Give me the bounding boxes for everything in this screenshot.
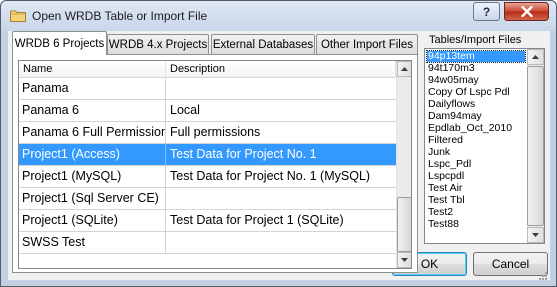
- list-item[interactable]: 94w05may: [427, 75, 525, 86]
- scroll-up-button[interactable]: [527, 49, 544, 65]
- cell-description: [166, 232, 396, 253]
- list-item[interactable]: Test Tbl: [427, 195, 525, 206]
- cell-description: Local: [170, 103, 200, 117]
- table-row[interactable]: SWSS Test: [19, 232, 396, 254]
- cell-description: Test Data for Project No. 1: [170, 147, 317, 161]
- list-item[interactable]: Test2: [427, 207, 525, 218]
- list-item[interactable]: 94t170m3: [427, 63, 525, 74]
- list-item[interactable]: Junk: [427, 147, 525, 158]
- help-icon: ?: [482, 4, 491, 19]
- table-row[interactable]: Panama: [19, 78, 396, 100]
- list-item[interactable]: Epdlab_Oct_2010: [427, 123, 525, 134]
- resize-grip-icon[interactable]: [538, 271, 548, 281]
- tables-import-files-list[interactable]: 94p13tem 94t170m3 94w05may Copy Of Lspc …: [424, 48, 545, 244]
- chevron-down-icon: [532, 233, 539, 237]
- cell-name: SWSS Test: [19, 232, 166, 253]
- list-item[interactable]: Test88: [427, 219, 525, 230]
- scroll-down-button[interactable]: [527, 227, 544, 243]
- column-header-description[interactable]: Description: [166, 61, 396, 78]
- tab-external-databases[interactable]: External Databases: [211, 34, 315, 54]
- files-list-label: Tables/Import Files: [429, 34, 522, 46]
- chevron-up-icon: [532, 55, 539, 59]
- tab-wrdb6-projects[interactable]: WRDB 6 Projects: [12, 31, 107, 55]
- column-header-name[interactable]: Name: [19, 61, 166, 78]
- scroll-down-button[interactable]: [397, 252, 411, 268]
- cell-name: Project1 (Sql Server CE): [19, 188, 166, 209]
- tab-panel: Name Description Panama Panama 6 Local P…: [12, 54, 418, 273]
- scroll-up-button[interactable]: [397, 61, 411, 77]
- cell-description: Full permissions: [170, 125, 261, 139]
- close-icon: [520, 6, 533, 17]
- chevron-up-icon: [401, 67, 408, 71]
- tab-label: Other Import Files: [320, 38, 414, 51]
- cell-name: Panama 6 Full Permissions: [19, 122, 166, 143]
- table-row-selected[interactable]: Project1 (Access) Test Data for Project …: [19, 144, 396, 166]
- files-vertical-scrollbar[interactable]: [527, 49, 544, 243]
- table-row[interactable]: Panama 6 Full Permissions Full permissio…: [19, 122, 396, 144]
- list-item[interactable]: Test Air: [427, 183, 525, 194]
- projects-grid[interactable]: Name Description Panama Panama 6 Local P…: [18, 60, 412, 269]
- list-item[interactable]: Filtered: [427, 135, 525, 146]
- tab-wrdb4-projects[interactable]: WRDB 4.x Projects: [107, 34, 209, 54]
- chevron-down-icon: [401, 258, 408, 262]
- grid-vertical-scrollbar[interactable]: [396, 61, 411, 268]
- list-item[interactable]: Dailyflows: [427, 99, 525, 110]
- cell-name: Project1 (SQLite): [19, 210, 166, 231]
- dialog-body: WRDB 6 Projects WRDB 4.x Projects Extern…: [8, 31, 550, 280]
- grid-header: Name Description: [19, 61, 396, 78]
- table-row[interactable]: Project1 (MySQL) Test Data for Project N…: [19, 166, 396, 188]
- list-item-selected[interactable]: 94p13tem: [426, 50, 526, 63]
- tab-label: WRDB 6 Projects: [14, 37, 105, 50]
- cancel-button-label: Cancel: [491, 257, 530, 271]
- grid-rows: Panama Panama 6 Local Panama 6 Full Perm…: [19, 78, 396, 254]
- list-item[interactable]: Dam94may: [427, 111, 525, 122]
- close-button[interactable]: [504, 2, 549, 21]
- ok-button-label: OK: [420, 257, 439, 271]
- cell-description: [166, 188, 396, 209]
- title-bar[interactable]: Open WRDB Table or Import File ?: [1, 1, 556, 31]
- help-button[interactable]: ?: [473, 2, 500, 21]
- list-item[interactable]: Lspc_Pdl: [427, 159, 525, 170]
- tab-label: External Databases: [212, 38, 314, 51]
- cell-name: Panama: [19, 78, 166, 99]
- window-title: Open WRDB Table or Import File: [32, 9, 208, 23]
- tab-label: WRDB 4.x Projects: [108, 38, 208, 51]
- cell-name: Panama 6: [19, 100, 166, 121]
- folder-icon: [10, 9, 26, 22]
- table-row[interactable]: Project1 (SQLite) Test Data for Project …: [19, 210, 396, 232]
- dialog-window: Open WRDB Table or Import File ? WRDB 6 …: [0, 0, 557, 287]
- cell-name: Project1 (Access): [19, 144, 166, 165]
- cancel-button[interactable]: Cancel: [473, 252, 548, 276]
- cell-description: Test Data for Project No. 1 (MySQL): [170, 169, 371, 183]
- cell-description: [166, 78, 396, 99]
- scroll-thumb[interactable]: [527, 66, 544, 226]
- cell-description: Test Data for Project 1 (SQLite): [170, 213, 344, 227]
- list-item[interactable]: Copy Of Lspc Pdl: [427, 87, 525, 98]
- tab-other-import-files[interactable]: Other Import Files: [316, 34, 418, 54]
- table-row[interactable]: Project1 (Sql Server CE): [19, 188, 396, 210]
- list-item[interactable]: Lspcpdl: [427, 171, 525, 182]
- cell-name: Project1 (MySQL): [19, 166, 166, 187]
- scroll-thumb[interactable]: [397, 197, 411, 252]
- table-row[interactable]: Panama 6 Local: [19, 100, 396, 122]
